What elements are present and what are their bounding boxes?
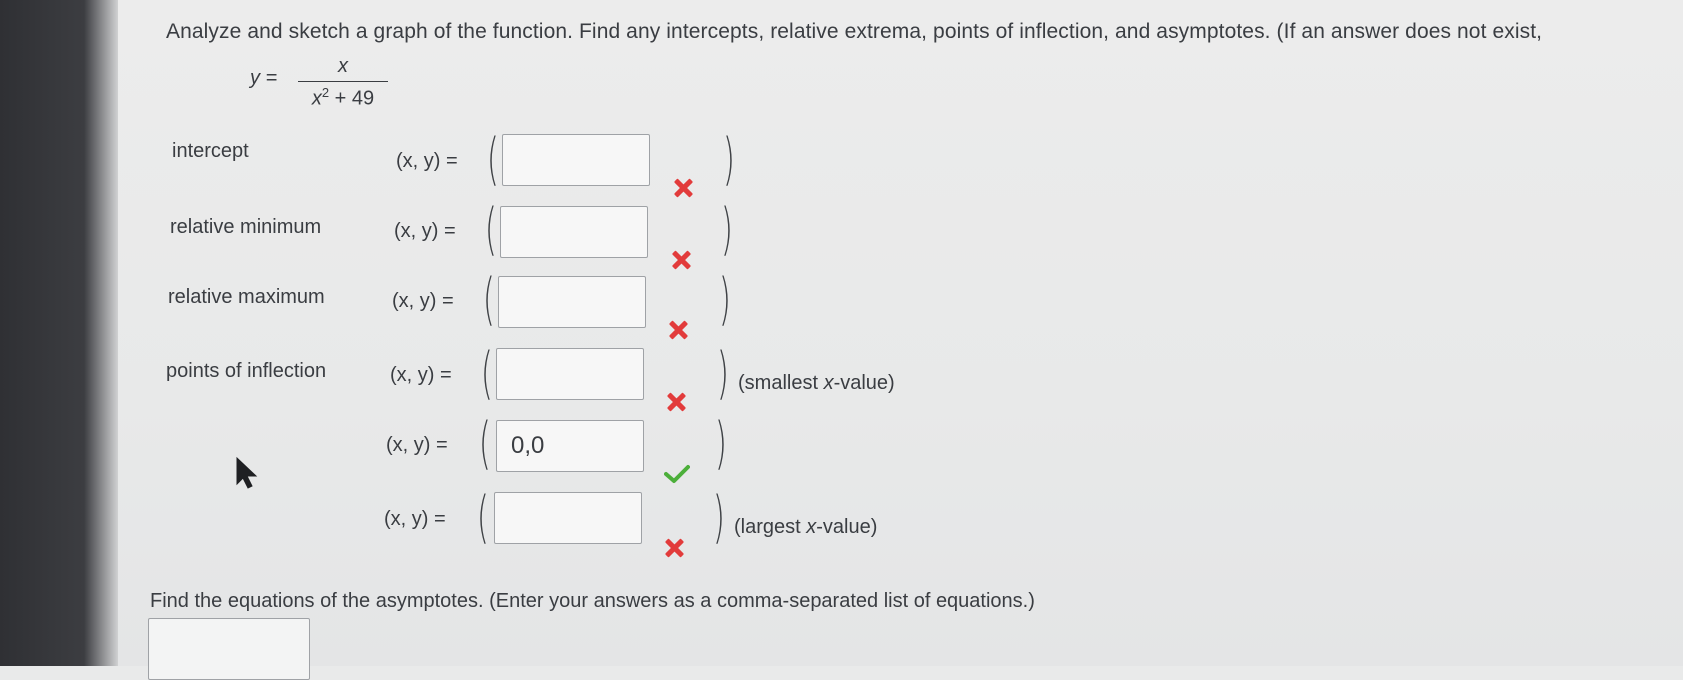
x-mark-icon bbox=[664, 538, 684, 558]
open-paren: ( bbox=[484, 197, 497, 262]
answer-row-relative-minimum: relative minimum (x, y) = ( ) bbox=[0, 202, 1683, 262]
row-suffix: (largest x-value) bbox=[734, 516, 877, 539]
inflection-middle-answer-field[interactable]: 0,0 bbox=[496, 420, 644, 472]
coordinate-label: (x, y) = bbox=[394, 220, 456, 242]
relative-maximum-answer-field[interactable] bbox=[498, 276, 646, 328]
suffix-variable: x bbox=[823, 372, 834, 394]
check-mark-icon bbox=[664, 465, 690, 483]
answer-row-inflection-smallest: points of inflection (x, y) = ( ) (small… bbox=[0, 344, 1683, 404]
row-label: relative maximum bbox=[168, 286, 325, 308]
intercept-answer-field[interactable] bbox=[502, 134, 650, 186]
formula-lhs: y = bbox=[250, 67, 278, 89]
formula-denominator: x2 + 49 bbox=[298, 82, 388, 111]
close-paren: ) bbox=[712, 485, 725, 550]
answer-row-relative-maximum: relative maximum (x, y) = ( ) bbox=[0, 272, 1683, 332]
x-mark-icon bbox=[668, 320, 688, 340]
coordinate-label: (x, y) = bbox=[390, 364, 452, 386]
suffix-text: -value) bbox=[816, 516, 878, 538]
close-paren: ) bbox=[720, 197, 733, 262]
suffix-text: -value) bbox=[833, 372, 895, 394]
suffix-text: (largest bbox=[734, 516, 807, 538]
coordinate-label: (x, y) = bbox=[384, 508, 446, 530]
x-mark-icon bbox=[671, 250, 691, 270]
mouse-pointer-icon bbox=[236, 456, 258, 489]
formula-fraction: x x2 + 49 bbox=[298, 55, 388, 111]
close-paren: ) bbox=[714, 411, 727, 476]
coordinate-label: (x, y) = bbox=[392, 290, 454, 312]
denominator-exponent: 2 bbox=[321, 85, 330, 100]
x-mark-icon bbox=[666, 392, 686, 412]
denominator-variable: x bbox=[311, 87, 322, 110]
open-paren: ( bbox=[476, 485, 489, 550]
open-paren: ( bbox=[486, 127, 499, 192]
relative-minimum-answer-field[interactable] bbox=[500, 206, 648, 258]
inflection-smallest-answer-field[interactable] bbox=[496, 348, 644, 400]
answer-row-inflection-largest: (x, y) = ( ) (largest x-value) bbox=[0, 488, 1683, 548]
x-mark-icon bbox=[673, 178, 693, 198]
row-label: intercept bbox=[172, 140, 249, 162]
close-paren: ) bbox=[722, 127, 735, 192]
denominator-constant: + 49 bbox=[334, 87, 375, 110]
inflection-largest-answer-field[interactable] bbox=[494, 492, 642, 544]
suffix-text: (smallest bbox=[738, 372, 824, 394]
coordinate-label: (x, y) = bbox=[386, 434, 448, 456]
screen-bezel bbox=[0, 0, 120, 666]
row-label: relative minimum bbox=[170, 216, 322, 238]
suffix-variable: x bbox=[806, 516, 817, 538]
answer-row-intercept: intercept (x, y) = ( ) bbox=[0, 130, 1683, 190]
close-paren: ) bbox=[718, 267, 731, 332]
open-paren: ( bbox=[482, 267, 495, 332]
formula-numerator: x bbox=[338, 55, 348, 77]
row-label: points of inflection bbox=[166, 360, 327, 382]
asymptotes-prompt: Find the equations of the asymptotes. (E… bbox=[150, 590, 1035, 612]
asymptotes-answer-field[interactable] bbox=[148, 618, 310, 680]
open-paren: ( bbox=[480, 341, 493, 406]
question-prompt: Analyze and sketch a graph of the functi… bbox=[166, 20, 1543, 43]
open-paren: ( bbox=[478, 411, 491, 476]
close-paren: ) bbox=[716, 341, 729, 406]
coordinate-label: (x, y) = bbox=[396, 150, 458, 172]
row-suffix: (smallest x-value) bbox=[738, 372, 895, 395]
